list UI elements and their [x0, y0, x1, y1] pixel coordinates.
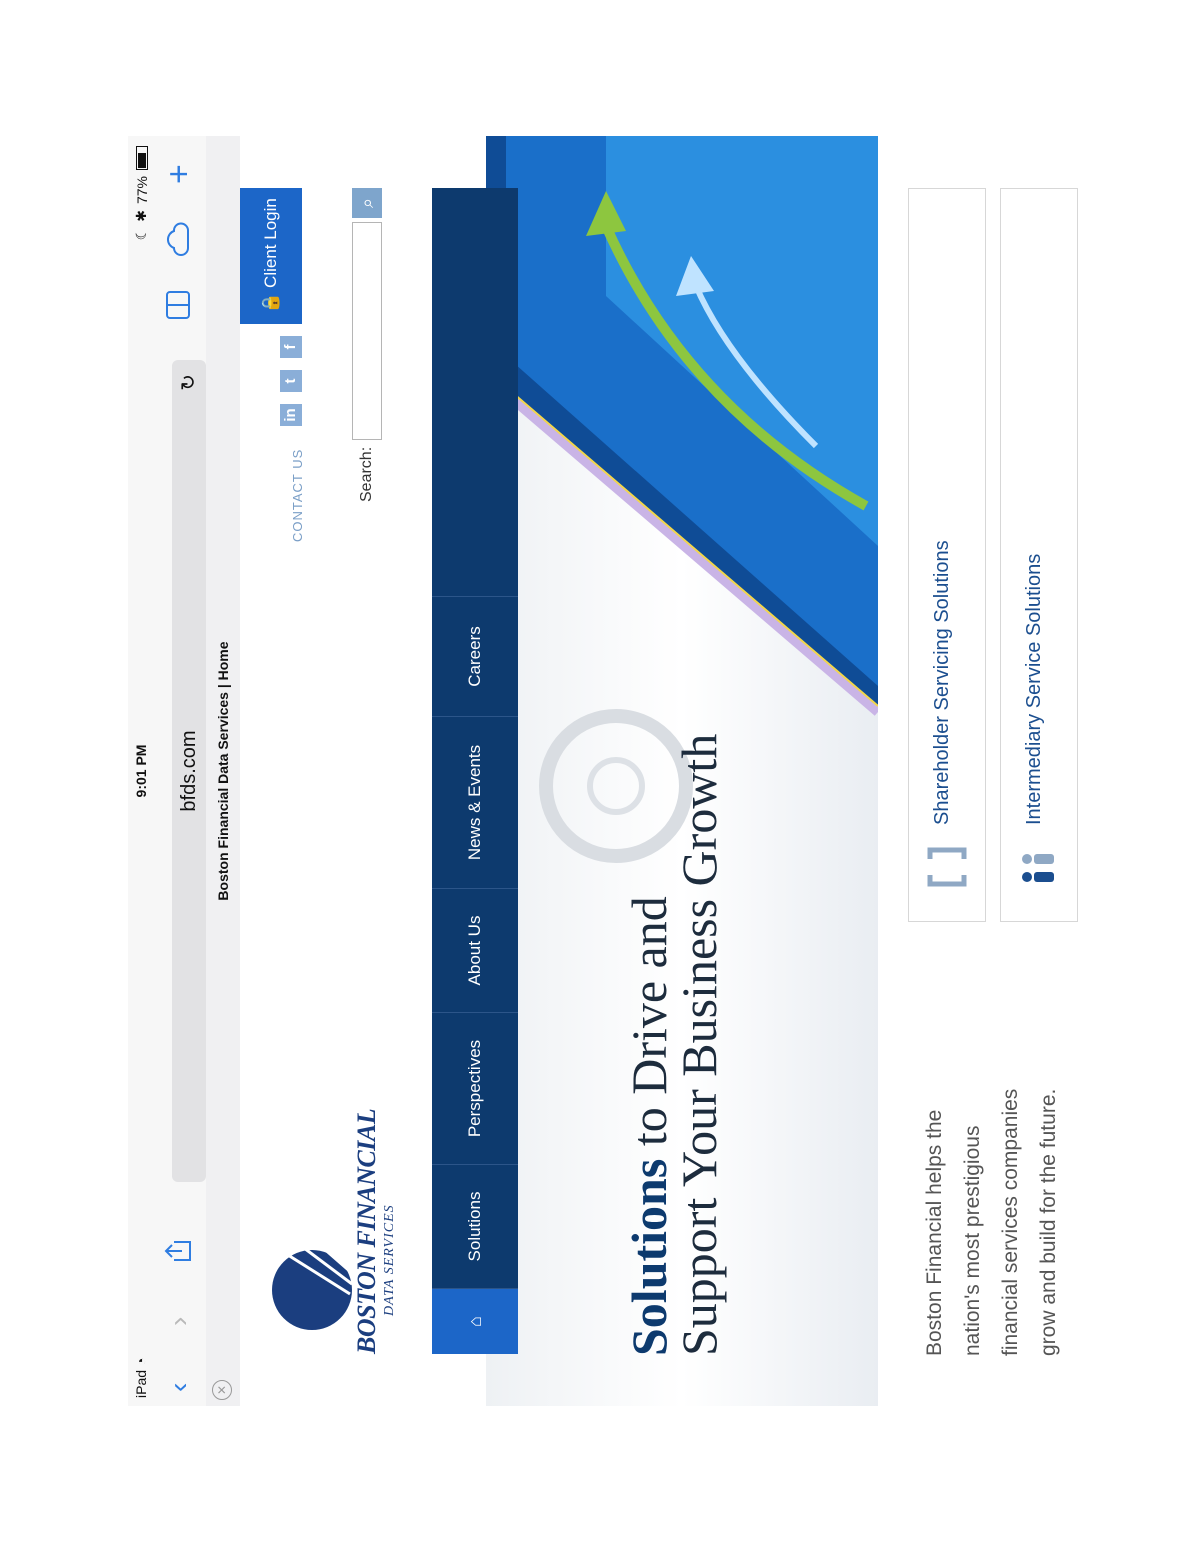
search-button[interactable]: ⌕ — [352, 188, 382, 218]
hero-title-strong: Solutions — [621, 1158, 677, 1356]
hero-title-line2: Support Your Business Growth — [671, 733, 727, 1356]
search-input[interactable] — [352, 222, 382, 440]
intermediary-solutions-label: Intermediary Service Solutions — [1023, 553, 1045, 825]
bluetooth-icon: ✱ — [133, 210, 149, 222]
nav-solutions[interactable]: Solutions — [432, 1164, 518, 1288]
client-login-button[interactable]: 🔒 Client Login — [240, 188, 302, 324]
shareholder-solutions-label: Shareholder Servicing Solutions — [931, 540, 953, 825]
ipad-screen: iPad ◔ 9:01 PM ☾ ✱ 77% ‹ › bfds.com ↻ + … — [128, 136, 1084, 1406]
shareholder-icon — [927, 847, 967, 887]
forward-icon[interactable]: › — [163, 1317, 194, 1326]
new-tab-icon[interactable]: + — [160, 164, 198, 184]
intro-text: Boston Financial helps the nation's most… — [923, 1088, 1060, 1356]
lock-icon: 🔒 — [261, 292, 280, 314]
bookmarks-icon[interactable] — [164, 290, 198, 320]
intermediary-solutions-card[interactable]: Intermediary Service Solutions — [1000, 188, 1078, 922]
tab-bar: ✕ Boston Financial Data Services | Home — [206, 136, 241, 1406]
nav-news-events[interactable]: News & Events — [432, 716, 518, 888]
client-login-label: Client Login — [261, 198, 280, 288]
browser-toolbar: ‹ › bfds.com ↻ + — [154, 136, 206, 1406]
home-icon: ⌂ — [464, 1316, 485, 1327]
battery-icon — [135, 146, 148, 170]
facebook-icon[interactable]: f — [280, 336, 302, 358]
search-icon: ⌕ — [357, 197, 377, 209]
status-right: ☾ ✱ 77% — [133, 146, 150, 240]
hero-title-rest: to Drive and — [621, 896, 677, 1159]
status-bar: iPad ◔ 9:01 PM ☾ ✱ 77% — [128, 136, 154, 1406]
hero-title: Solutions to Drive and Support Your Busi… — [621, 733, 727, 1356]
nav-about-us[interactable]: About Us — [432, 888, 518, 1012]
nav-careers[interactable]: Careers — [432, 596, 518, 716]
back-icon[interactable]: ‹ — [163, 1383, 194, 1392]
logo-name: BOSTON FINANCIAL — [352, 1108, 381, 1354]
share-icon[interactable] — [164, 1238, 200, 1264]
main-nav: ⌂ Solutions Perspectives About Us News &… — [432, 188, 518, 1354]
twitter-icon[interactable]: t — [280, 370, 302, 392]
battery-percent: 77% — [133, 176, 150, 205]
url-text: bfds.com — [178, 730, 200, 812]
nav-perspectives[interactable]: Perspectives — [432, 1012, 518, 1164]
shareholder-solutions-card[interactable]: Shareholder Servicing Solutions — [908, 188, 986, 922]
address-bar[interactable]: bfds.com ↻ — [172, 360, 206, 1182]
moon-icon: ☾ — [133, 227, 149, 241]
people-icon — [1022, 854, 1054, 882]
site-header: BOSTON FINANCIAL DATA SERVICES 🔒 Client … — [240, 136, 432, 1406]
linkedin-icon[interactable]: in — [280, 404, 302, 426]
logo-subtitle: DATA SERVICES — [382, 1204, 397, 1316]
contact-us-link[interactable]: CONTACT US — [290, 449, 305, 542]
cloud-icon[interactable] — [164, 222, 198, 256]
reload-icon[interactable]: ↻ — [172, 374, 206, 391]
hero-banner: Solutions to Drive and Support Your Busi… — [486, 136, 878, 1406]
status-time: 9:01 PM — [133, 744, 149, 798]
search-label: Search: — [358, 446, 375, 502]
tab-title[interactable]: Boston Financial Data Services | Home — [215, 136, 231, 1406]
home-nav-button[interactable]: ⌂ — [432, 1288, 518, 1354]
